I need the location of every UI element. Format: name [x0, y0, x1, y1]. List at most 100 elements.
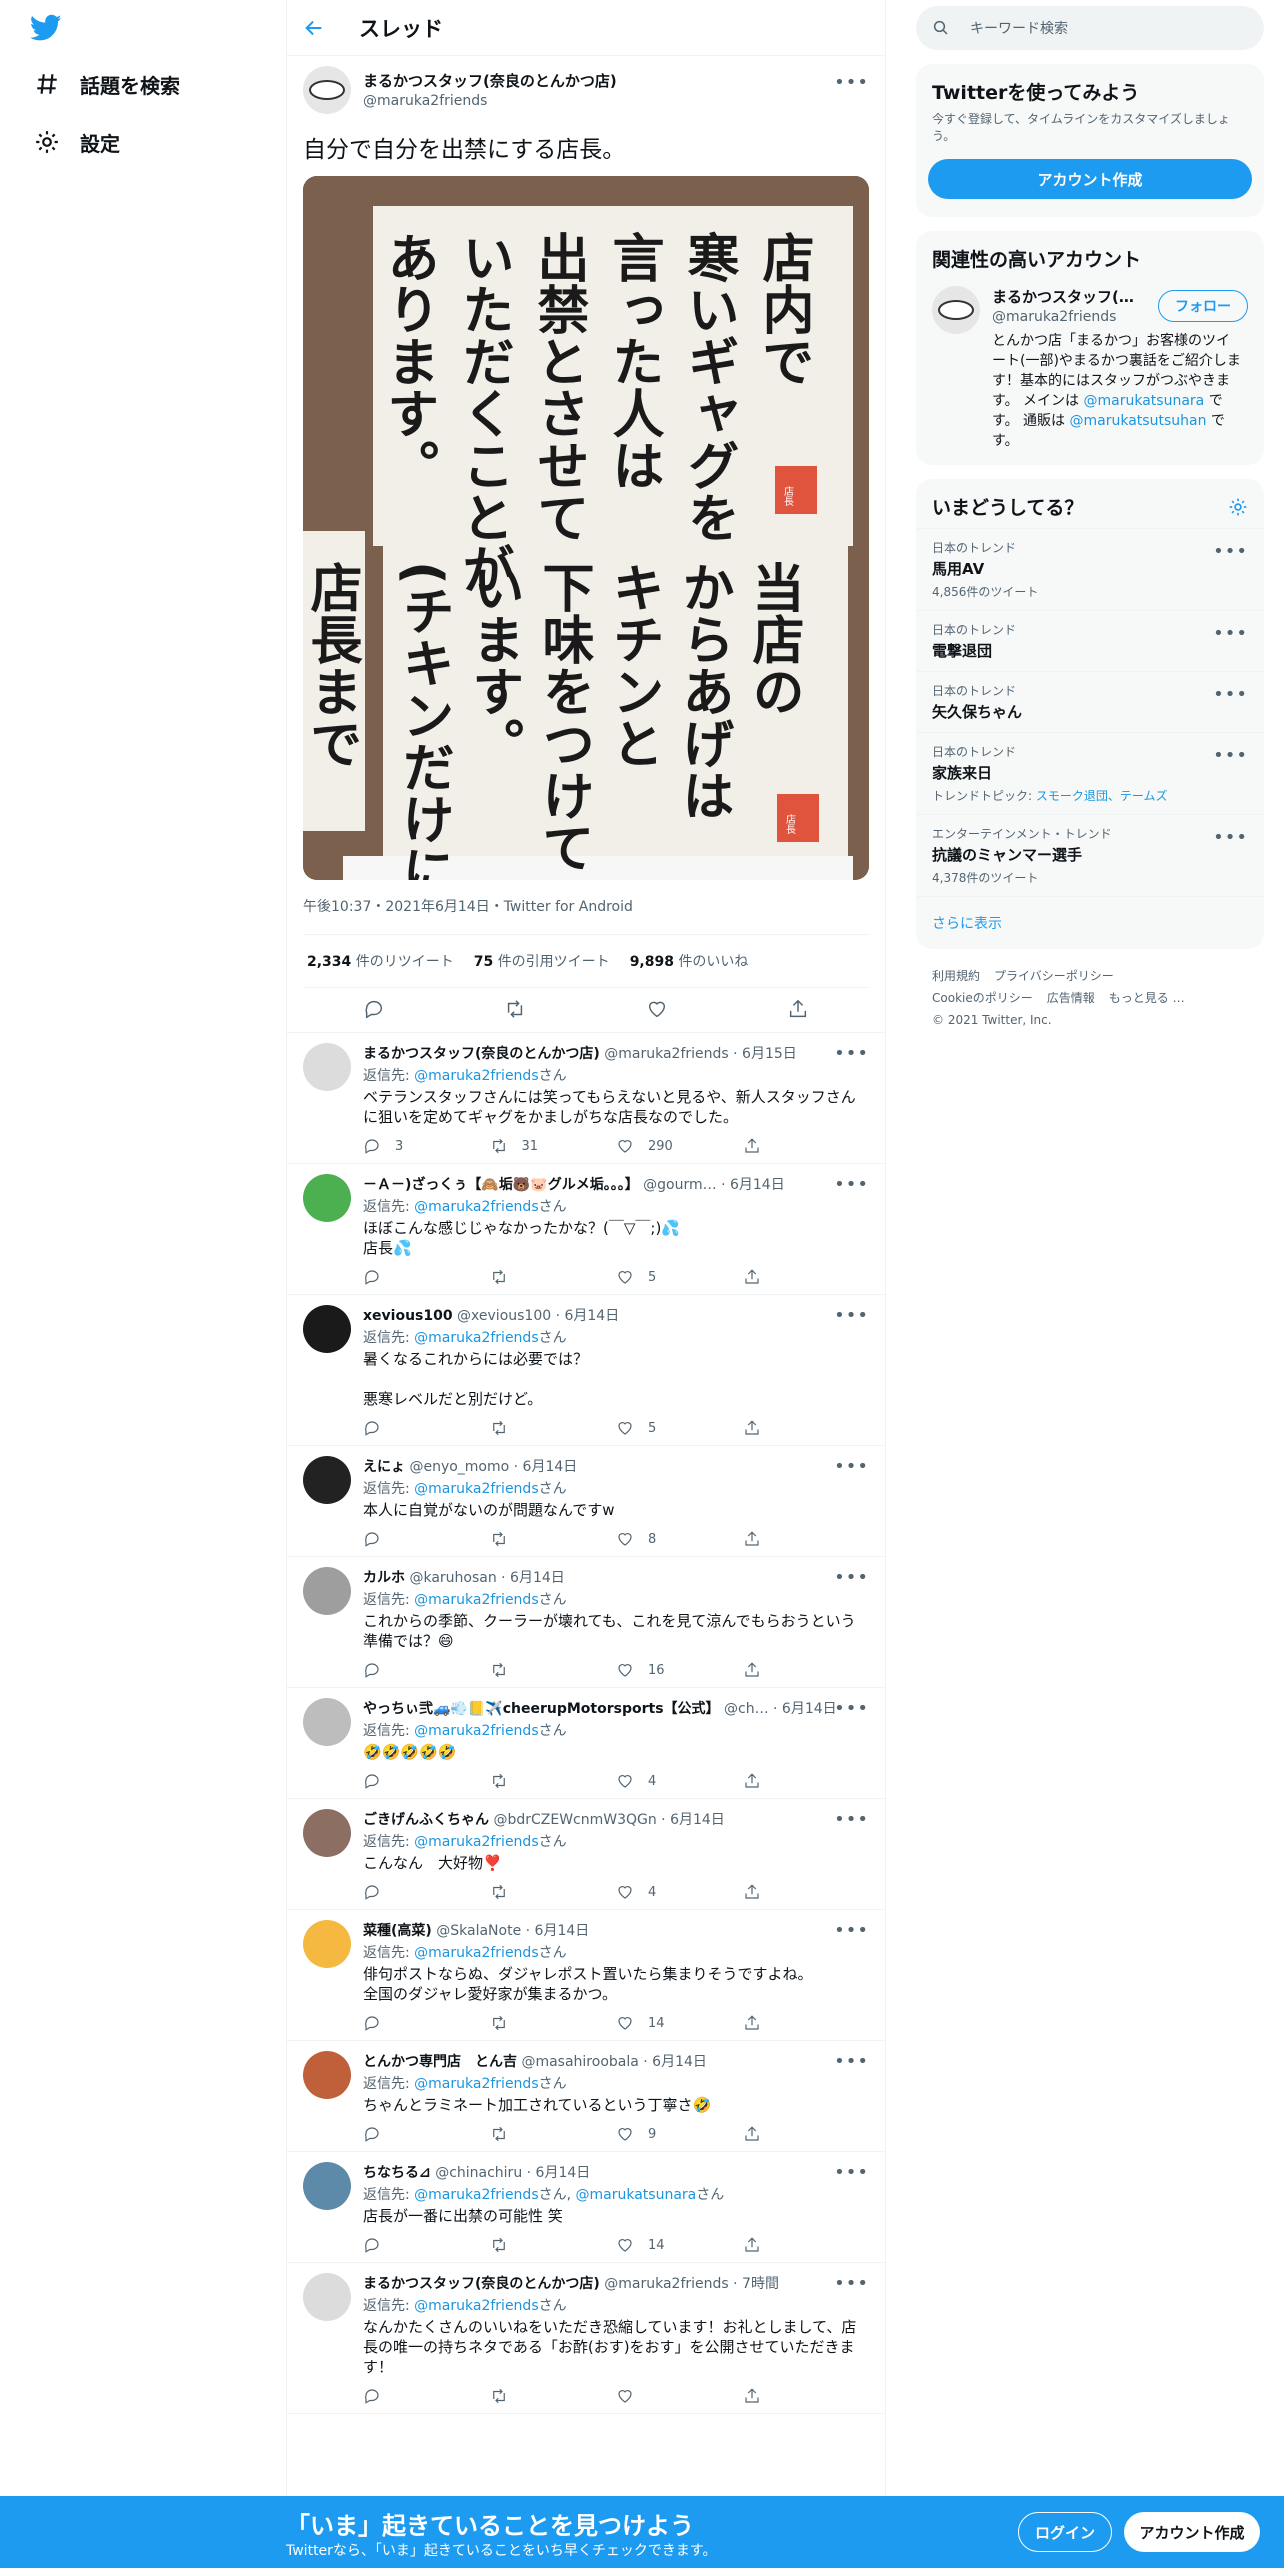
trend-item[interactable]: 日本のトレンド 電撃退団 ••• [916, 611, 1264, 672]
reply-to-link[interactable]: @maruka2friends [414, 1834, 538, 1850]
trend-item[interactable]: 日本のトレンド 矢久保ちゃん ••• [916, 672, 1264, 733]
reply-author-name[interactable]: 菜種(高菜) [363, 1923, 432, 1939]
reply-button[interactable] [363, 2014, 490, 2032]
reply-to-link[interactable]: @maruka2friends [414, 1330, 538, 1346]
login-button[interactable]: ログイン [1018, 2512, 1112, 2552]
search-input[interactable]: キーワード検索 [916, 6, 1264, 50]
footer-link[interactable]: プライバシーポリシー [994, 969, 1114, 983]
reply-button[interactable] [363, 1772, 490, 1790]
like-button[interactable]: 9 [616, 2125, 743, 2143]
footer-link[interactable]: © 2021 Twitter, Inc. [932, 1013, 1052, 1027]
retweet-button[interactable] [490, 1530, 617, 1548]
more-icon[interactable]: ••• [1213, 827, 1248, 848]
share-button[interactable] [743, 1419, 870, 1437]
avatar[interactable] [303, 1809, 351, 1857]
reply-author-handle[interactable]: @ch… · 6月14日 [724, 1701, 837, 1717]
reply-author-name[interactable]: とんかつ専門店 とん吉 [363, 2054, 517, 2070]
reply-author-handle[interactable]: @SkalaNote · 6月14日 [436, 1923, 589, 1939]
back-arrow-icon[interactable] [303, 17, 325, 39]
footer-link[interactable]: Cookieのポリシー [932, 991, 1033, 1005]
avatar[interactable] [303, 2273, 351, 2321]
avatar[interactable] [303, 1698, 351, 1746]
reply-to-link[interactable]: @maruka2friends [414, 1592, 538, 1608]
like-button[interactable]: 16 [616, 1661, 743, 1679]
like-button[interactable] [616, 2387, 743, 2405]
more-icon[interactable]: ••• [834, 1305, 869, 1326]
reply-tweet[interactable]: えにょ @enyo_momo · 6月14日 返信先: @maruka2frien… [287, 1446, 885, 1557]
share-icon[interactable] [787, 998, 809, 1020]
avatar[interactable] [303, 2051, 351, 2099]
nav-explore[interactable]: 話題を検索 [34, 64, 180, 104]
more-icon[interactable]: ••• [834, 2273, 869, 2294]
reply-button[interactable]: 3 [363, 1137, 490, 1155]
share-button[interactable] [743, 1883, 870, 1901]
avatar[interactable] [303, 1305, 351, 1353]
quote-count[interactable]: 75 件の引用ツイート [474, 951, 610, 971]
retweet-button[interactable] [490, 2125, 617, 2143]
reply-button[interactable] [363, 2236, 490, 2254]
reply-to-link[interactable]: @maruka2friends [414, 2187, 538, 2203]
reply-button[interactable] [363, 1883, 490, 1901]
reply-author-handle[interactable]: @bdrCZEWcnmW3QGn · 6月14日 [493, 1812, 724, 1828]
avatar[interactable] [303, 1567, 351, 1615]
retweet-button[interactable] [490, 1772, 617, 1790]
reply-tweet[interactable]: －Ａ－)ざっくぅ【🙈垢🐻🐷グルメ垢。。。】 @gourm… · 6月14日 返信先… [287, 1164, 885, 1295]
like-button[interactable]: 14 [616, 2236, 743, 2254]
like-button[interactable]: 4 [616, 1883, 743, 1901]
more-icon[interactable]: ••• [834, 72, 869, 93]
reply-author-name[interactable]: ごきげんふくちゃん [363, 1812, 489, 1828]
reply-to-link[interactable]: @maruka2friends [414, 2298, 538, 2314]
reply-author-name[interactable]: やっちぃ弐🚙💨📒✈️cheerupMotorsports【公式】 [363, 1701, 720, 1717]
reply-tweet[interactable]: やっちぃ弐🚙💨📒✈️cheerupMotorsports【公式】 @ch… · … [287, 1688, 885, 1799]
reply-button[interactable] [363, 1268, 490, 1286]
reply-to-link[interactable]: @maruka2friends [414, 1481, 538, 1497]
more-icon[interactable]: ••• [1213, 684, 1248, 705]
retweet-button[interactable] [490, 2014, 617, 2032]
reply-to-link[interactable]: @maruka2friends [414, 1199, 538, 1215]
retweet-button[interactable]: 31 [490, 1137, 617, 1155]
avatar[interactable] [303, 1174, 351, 1222]
more-icon[interactable]: ••• [834, 2051, 869, 2072]
author-name[interactable]: まるかつスタッフ(奈良のとんかつ店) [363, 70, 617, 91]
trend-links[interactable]: スモーク退団、テームズ [1036, 789, 1168, 803]
retweet-button[interactable] [490, 1661, 617, 1679]
bio-link[interactable]: @marukatsutsuhan [1070, 413, 1207, 429]
share-button[interactable] [743, 2236, 870, 2254]
reply-tweet[interactable]: 菜種(高菜) @SkalaNote · 6月14日 返信先: @maruka2fr… [287, 1910, 885, 2041]
reply-tweet[interactable]: とんかつ専門店 とん吉 @masahiroobala · 6月14日 返信先: @… [287, 2041, 885, 2152]
share-button[interactable] [743, 1137, 870, 1155]
like-button[interactable]: 5 [616, 1268, 743, 1286]
signup-button[interactable]: アカウント作成 [1124, 2512, 1260, 2552]
retweet-button[interactable] [490, 2387, 617, 2405]
reply-icon[interactable] [363, 998, 385, 1020]
like-button[interactable]: 290 [616, 1137, 743, 1155]
retweet-count[interactable]: 2,334 件のリツイート [307, 951, 454, 971]
avatar[interactable] [303, 1456, 351, 1504]
nav-settings[interactable]: 設定 [34, 122, 120, 162]
share-button[interactable] [743, 1661, 870, 1679]
more-icon[interactable]: ••• [834, 1043, 869, 1064]
avatar[interactable] [303, 1043, 351, 1091]
like-button[interactable]: 5 [616, 1419, 743, 1437]
like-button[interactable]: 14 [616, 2014, 743, 2032]
trend-item[interactable]: 日本のトレンド 馬用AV 4,856件のツイート ••• [916, 529, 1264, 611]
more-icon[interactable]: ••• [834, 1567, 869, 1588]
more-icon[interactable]: ••• [834, 1920, 869, 1941]
more-icon[interactable]: ••• [1213, 745, 1248, 766]
reply-tweet[interactable]: ごきげんふくちゃん @bdrCZEWcnmW3QGn · 6月14日 返信先: @… [287, 1799, 885, 1910]
show-more-link[interactable]: さらに表示 [916, 897, 1264, 949]
tweet-photo[interactable]: 店長 店長 店内で 寒いギャグを 言った人は 出禁とさせて いただくことが あり… [303, 176, 869, 880]
gear-icon[interactable] [1228, 497, 1248, 517]
retweet-button[interactable] [490, 1883, 617, 1901]
reply-author-handle[interactable]: @maruka2friends · 7時間 [604, 2276, 779, 2292]
twitter-logo-icon[interactable] [30, 14, 62, 42]
reply-author-handle[interactable]: @gourm… · 6月14日 [643, 1177, 785, 1193]
reply-to-link[interactable]: @marukatsunara [576, 2187, 697, 2203]
more-icon[interactable]: ••• [1213, 541, 1248, 562]
reply-author-name[interactable]: xevious100 [363, 1308, 453, 1324]
share-button[interactable] [743, 1530, 870, 1548]
reply-to-link[interactable]: @maruka2friends [414, 2076, 538, 2092]
avatar[interactable] [303, 1920, 351, 1968]
reply-button[interactable] [363, 1530, 490, 1548]
more-icon[interactable]: ••• [1213, 623, 1248, 644]
